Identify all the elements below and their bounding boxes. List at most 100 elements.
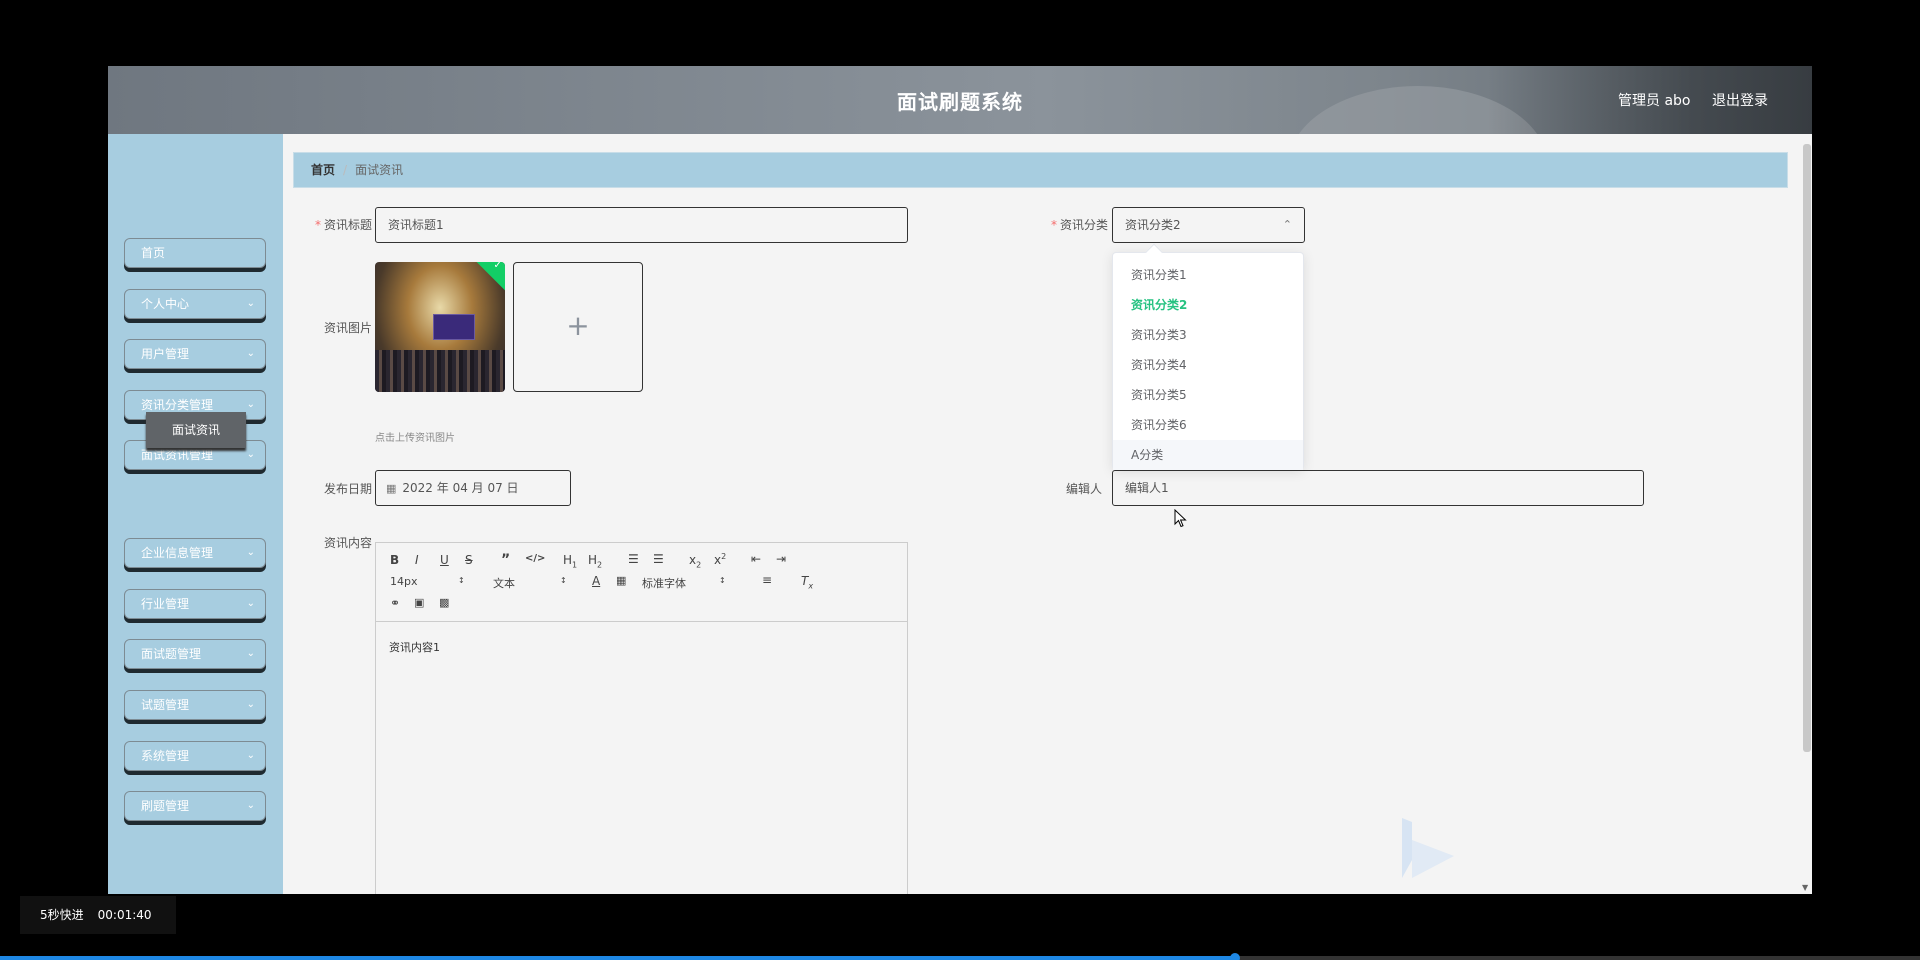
superscript-icon[interactable]: x2: [714, 552, 726, 567]
ordered-list-icon[interactable]: ☰: [628, 552, 639, 566]
date-value: 2022 年 04 月 07 日: [402, 481, 519, 495]
title-input[interactable]: 资讯标题1: [375, 207, 908, 243]
category-select-value: 资讯分类2: [1125, 218, 1181, 232]
font-size-select[interactable]: 14px ↕: [390, 575, 470, 588]
font-color-icon[interactable]: A: [592, 574, 600, 588]
sidebar-item-practice[interactable]: 刷题管理 ⌄: [124, 791, 266, 821]
image-icon[interactable]: ▣: [414, 596, 424, 609]
category-option[interactable]: 资讯分类5: [1113, 380, 1303, 410]
scrollbar-thumb[interactable]: [1803, 144, 1811, 752]
category-option-hovered[interactable]: A分类: [1113, 440, 1303, 470]
sidebar-item-industry[interactable]: 行业管理 ⌄: [124, 589, 266, 619]
select-arrows-icon: ↕: [458, 576, 465, 585]
chevron-down-icon: ⌄: [246, 800, 255, 811]
calendar-icon: ▦: [386, 482, 397, 495]
date-label: 发布日期: [323, 482, 372, 496]
select-arrows-icon: ↕: [560, 576, 567, 585]
video-icon[interactable]: ▩: [439, 596, 449, 609]
playback-progress-fill: [0, 956, 1235, 960]
sidebar-item-label: 资讯分类管理: [141, 398, 214, 412]
watermark-logo-icon: [1402, 818, 1454, 878]
chevron-down-icon: ⌄: [246, 348, 255, 359]
playback-time: 00:01:40: [97, 908, 152, 922]
page-scrollbar[interactable]: ▼: [1800, 134, 1812, 894]
strikethrough-icon[interactable]: S: [465, 553, 473, 567]
sidebar-item-label: 用户管理: [141, 347, 190, 361]
sidebar-item-company[interactable]: 企业信息管理 ⌄: [124, 538, 266, 568]
title-label: * 资讯标题: [314, 218, 372, 232]
category-option[interactable]: 资讯分类6: [1113, 410, 1303, 440]
outdent-icon[interactable]: ⇤: [751, 552, 761, 566]
sidebar-subitem-interview-news[interactable]: 面试资讯: [146, 412, 246, 448]
sidebar-item-label: 面试题管理: [141, 647, 202, 661]
sidebar: 首页 个人中心 ⌄ 用户管理 ⌄ 资讯分类管理 ⌄ 面试资讯管理 ⌄ 面试资讯 企业信息…: [108, 134, 283, 894]
sidebar-item-home[interactable]: 首页: [124, 238, 266, 268]
header-bar: 面试刷题系统 管理员 abo 退出登录: [108, 66, 1812, 134]
sidebar-item-label: 企业信息管理: [141, 546, 214, 560]
sidebar-item-label: 行业管理: [141, 597, 190, 611]
header-select[interactable]: 文本 ↕: [493, 575, 573, 591]
code-block-icon[interactable]: </>: [525, 553, 545, 564]
editor-toolbar: B I U S ” </> H1 H2 ☰ ☰ x2 x2 ⇤ ⇥ 14px ↕ …: [376, 543, 907, 622]
plus-icon: +: [566, 309, 590, 342]
chevron-down-icon: ⌄: [246, 449, 255, 460]
chevron-down-icon: ⌄: [246, 699, 255, 710]
scroll-down-icon[interactable]: ▼: [1802, 883, 1808, 892]
breadcrumb-home[interactable]: 首页: [311, 163, 335, 177]
image-audience: [375, 350, 505, 392]
required-asterisk: *: [314, 218, 321, 232]
editor-input[interactable]: 编辑人1: [1112, 470, 1644, 506]
sidebar-item-profile[interactable]: 个人中心 ⌄: [124, 289, 266, 319]
font-family-select[interactable]: 标准字体 ↕: [642, 575, 732, 591]
sidebar-item-system[interactable]: 系统管理 ⌄: [124, 741, 266, 771]
category-option[interactable]: 资讯分类3: [1113, 320, 1303, 350]
upload-button[interactable]: +: [513, 262, 643, 392]
editor-content[interactable]: 资讯内容1: [389, 639, 440, 655]
link-icon[interactable]: ⚭: [390, 596, 400, 610]
logout-link[interactable]: 退出登录: [1712, 90, 1768, 110]
current-user: 管理员 abo: [1618, 93, 1691, 109]
dropdown-caret: [1145, 243, 1163, 261]
check-icon: ✓: [493, 262, 502, 271]
blockquote-icon[interactable]: ”: [501, 552, 510, 568]
playback-progress-knob[interactable]: [1229, 953, 1240, 960]
background-color-icon[interactable]: ▦: [616, 574, 626, 587]
heading2-icon[interactable]: H2: [588, 553, 602, 569]
sidebar-item-label: 刷题管理: [141, 799, 190, 813]
date-picker[interactable]: ▦ 2022 年 04 月 07 日: [375, 470, 571, 506]
chevron-down-icon: ⌄: [246, 598, 255, 609]
mouse-cursor-icon: [1174, 509, 1187, 528]
select-arrows-icon: ↕: [719, 576, 726, 585]
playback-progress-bar[interactable]: [0, 953, 1920, 960]
clear-format-icon[interactable]: Tx: [801, 574, 813, 590]
required-asterisk: *: [1050, 218, 1057, 232]
sidebar-item-label: 面试资讯管理: [141, 448, 214, 462]
underline-icon[interactable]: U: [440, 553, 449, 567]
chevron-down-icon: ⌄: [246, 399, 255, 410]
subscript-icon[interactable]: x2: [689, 553, 701, 569]
sidebar-item-interview-questions[interactable]: 面试题管理 ⌄: [124, 639, 266, 669]
heading1-icon[interactable]: H1: [563, 553, 577, 569]
category-option[interactable]: 资讯分类4: [1113, 350, 1303, 380]
uploaded-image[interactable]: ✓: [375, 262, 505, 392]
content-label: 资讯内容: [323, 536, 372, 550]
chevron-down-icon: ⌄: [246, 298, 255, 309]
sidebar-item-users[interactable]: 用户管理 ⌄: [124, 339, 266, 369]
rich-text-editor: B I U S ” </> H1 H2 ☰ ☰ x2 x2 ⇤ ⇥ 14px ↕ …: [375, 542, 908, 894]
breadcrumb-separator: /: [343, 163, 348, 177]
category-select[interactable]: 资讯分类2 ⌃: [1112, 207, 1305, 243]
chevron-up-icon: ⌃: [1282, 218, 1292, 231]
bold-icon[interactable]: B: [390, 553, 399, 567]
category-option[interactable]: 资讯分类1: [1113, 260, 1303, 290]
category-option-selected[interactable]: 资讯分类2: [1113, 290, 1303, 320]
sidebar-item-label: 首页: [141, 246, 166, 260]
upload-success-badge: ✓: [474, 262, 505, 293]
align-icon[interactable]: ≡: [762, 573, 772, 587]
breadcrumb: 首页 / 面试资讯: [293, 152, 1788, 188]
app-window: 面试刷题系统 管理员 abo 退出登录 首页 个人中心 ⌄ 用户管理 ⌄ 资讯分类管…: [108, 66, 1812, 894]
indent-icon[interactable]: ⇥: [776, 552, 786, 566]
bullet-list-icon[interactable]: ☰: [653, 552, 664, 566]
sidebar-item-exam-questions[interactable]: 试题管理 ⌄: [124, 690, 266, 720]
breadcrumb-current: 面试资讯: [355, 163, 404, 177]
italic-icon[interactable]: I: [415, 553, 419, 567]
